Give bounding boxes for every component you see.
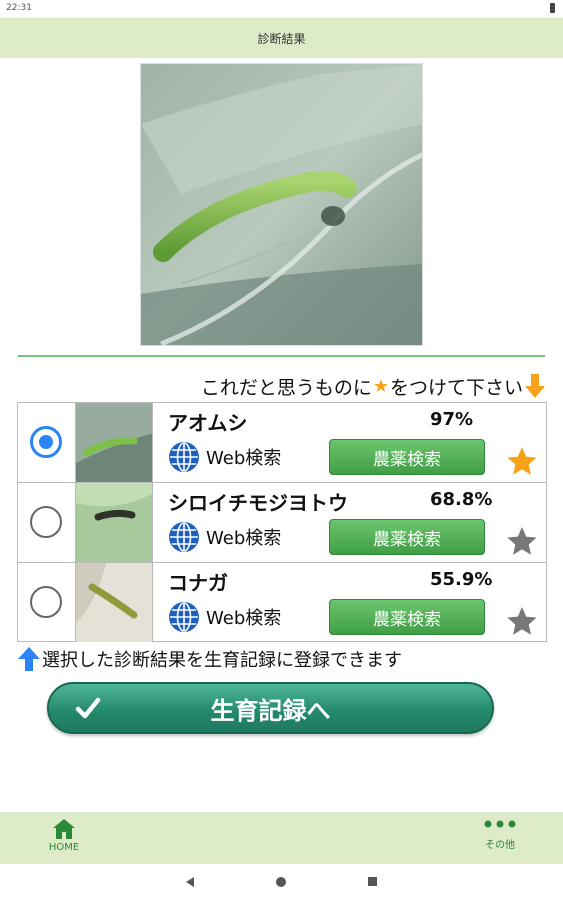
result-row: コナガ 55.9% Web検索 農薬検索 — [18, 563, 546, 643]
web-search-label: Web検索 — [206, 608, 282, 629]
pesticide-search-button[interactable]: 農薬検索 — [329, 599, 485, 635]
globe-icon — [169, 442, 199, 472]
pesticide-search-label: 農薬検索 — [373, 529, 441, 550]
page-title: 診断結果 — [257, 31, 306, 46]
status-bar: 22:31 — [0, 0, 563, 18]
result-name: コナガ — [168, 571, 228, 595]
nav-more[interactable]: その他 — [476, 818, 524, 860]
result-radio[interactable] — [30, 586, 62, 618]
instruction-suffix: をつけて下さい — [389, 376, 523, 399]
record-hint: 選択した診断結果を生育記録に登録できます — [18, 646, 402, 672]
result-thumbnail — [75, 403, 153, 482]
web-search-label: Web検索 — [206, 528, 282, 549]
instruction-prefix: これだと思うものに — [200, 376, 372, 399]
growth-record-button[interactable]: 生育記録へ — [47, 682, 494, 734]
arrow-up-icon — [18, 647, 40, 671]
favorite-instruction: これだと思うものに ★ をつけて下さい — [201, 373, 545, 399]
result-thumbnail — [75, 483, 153, 562]
diagnosis-photo — [140, 63, 423, 346]
pesticide-search-label: 農薬検索 — [373, 609, 441, 630]
arrow-down-icon — [525, 374, 545, 398]
result-percent: 97% — [430, 409, 474, 430]
growth-record-label: 生育記録へ — [210, 696, 331, 725]
diagnosis-results: アオムシ 97% Web検索 農薬検索 シロイチモジヨトウ 68.8% Web検… — [17, 402, 547, 642]
pesticide-search-button[interactable]: 農薬検索 — [329, 439, 485, 475]
globe-icon — [169, 522, 199, 552]
battery-icon — [550, 3, 555, 13]
nav-home[interactable]: HOME — [40, 818, 88, 860]
bottom-nav: HOME その他 — [0, 812, 563, 864]
result-name: シロイチモジヨトウ — [168, 491, 348, 515]
favorite-star-icon[interactable] — [506, 525, 538, 557]
app-bar: 診断結果 — [0, 18, 563, 58]
web-search-link[interactable]: Web検索 — [168, 441, 281, 473]
result-radio[interactable] — [30, 506, 62, 538]
system-nav-bar — [0, 864, 563, 900]
divider — [18, 355, 545, 357]
result-radio[interactable] — [30, 426, 62, 458]
star-icon: ★ — [372, 375, 389, 397]
result-thumbnail — [75, 563, 153, 642]
pesticide-search-label: 農薬検索 — [373, 449, 441, 470]
result-percent: 68.8% — [430, 489, 493, 510]
more-dots-icon — [484, 820, 516, 828]
result-row: アオムシ 97% Web検索 農薬検索 — [18, 403, 546, 483]
check-icon — [75, 697, 101, 719]
web-search-link[interactable]: Web検索 — [168, 601, 281, 633]
web-search-label: Web検索 — [206, 448, 282, 469]
home-icon — [53, 819, 75, 839]
result-percent: 55.9% — [430, 569, 493, 590]
globe-icon — [169, 602, 199, 632]
web-search-link[interactable]: Web検索 — [168, 521, 281, 553]
pesticide-search-button[interactable]: 農薬検索 — [329, 519, 485, 555]
recent-apps-icon[interactable] — [368, 877, 377, 886]
result-row: シロイチモジヨトウ 68.8% Web検索 農薬検索 — [18, 483, 546, 563]
system-home-icon[interactable] — [276, 877, 286, 887]
favorite-star-icon[interactable] — [506, 445, 538, 477]
record-hint-text: 選択した診断結果を生育記録に登録できます — [42, 650, 402, 671]
status-time: 22:31 — [6, 3, 32, 13]
nav-home-label: HOME — [48, 842, 80, 853]
result-name: アオムシ — [168, 411, 248, 435]
back-icon[interactable] — [186, 877, 194, 887]
nav-more-label: その他 — [485, 840, 515, 851]
favorite-star-icon[interactable] — [506, 605, 538, 637]
